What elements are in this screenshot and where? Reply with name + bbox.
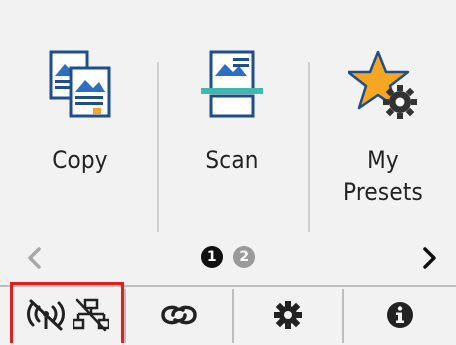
settings-button[interactable] (234, 287, 342, 343)
copy-label: Copy (52, 146, 108, 174)
my-presets-label: My Presets (343, 146, 423, 206)
page-dot-2: 2 (233, 246, 256, 268)
information-button[interactable] (344, 287, 456, 343)
next-page-button[interactable] (410, 238, 450, 278)
info-icon (387, 302, 413, 328)
connect-button[interactable] (126, 287, 232, 343)
copy-tile[interactable]: Copy (5, 40, 155, 240)
scan-label: Scan (205, 146, 259, 174)
chevron-right-icon (423, 247, 436, 269)
scan-tile[interactable]: Scan (157, 40, 307, 240)
my-presets-icon (348, 50, 417, 119)
scan-icon (201, 50, 263, 118)
gear-icon (274, 301, 302, 329)
home-menu: Copy Scan My Presets 1 2 (0, 0, 456, 285)
pager: 1 2 (0, 238, 456, 278)
page-indicator: 1 2 (0, 246, 456, 268)
network-status-highlight (10, 282, 124, 343)
page-dot-1: 1 (200, 246, 223, 268)
copy-icon (49, 50, 111, 118)
my-presets-tile[interactable]: My Presets (308, 40, 456, 240)
link-icon (161, 305, 197, 325)
